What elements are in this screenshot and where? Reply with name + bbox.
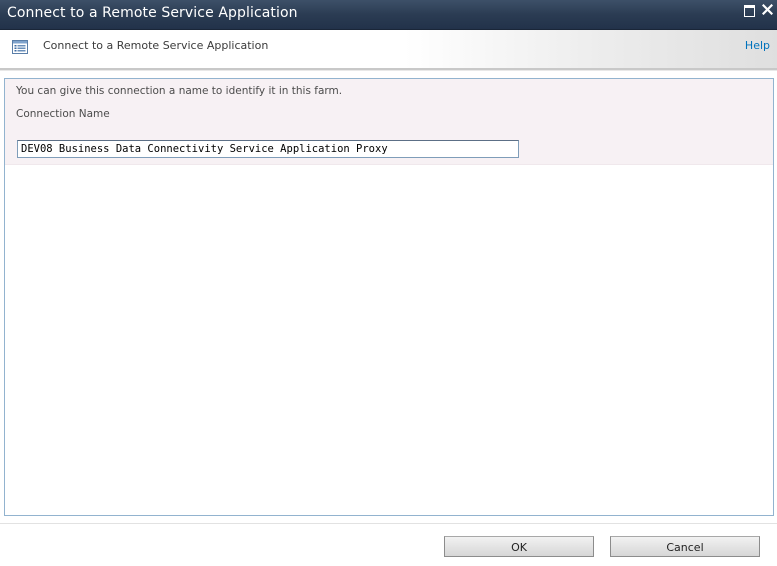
close-icon[interactable] [762,4,776,18]
footer-divider [0,523,777,524]
connection-name-input[interactable] [17,140,519,158]
title-bar: Connect to a Remote Service Application [0,0,777,30]
header-divider [0,68,777,71]
cancel-button[interactable]: Cancel [610,536,760,557]
window-title: Connect to a Remote Service Application [7,5,298,21]
help-link[interactable]: Help [745,39,770,52]
ok-button[interactable]: OK [444,536,594,557]
page-title: Connect to a Remote Service Application [43,39,269,52]
connection-name-label: Connection Name [16,108,110,120]
page-header: Connect to a Remote Service Application … [0,30,777,68]
page-list-icon [12,39,28,54]
maximize-icon[interactable] [743,4,757,18]
remote-service-dialog: Connect to a Remote Service Application … [0,0,777,566]
section-description: You can give this connection a name to i… [16,85,343,97]
content-panel: You can give this connection a name to i… [4,78,774,516]
connection-name-section: You can give this connection a name to i… [5,79,773,165]
